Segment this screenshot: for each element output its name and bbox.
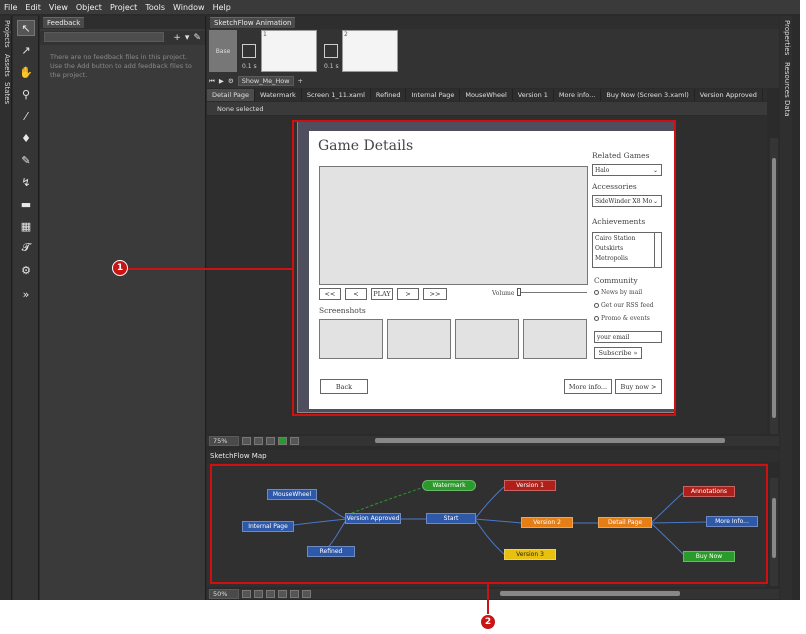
callout-line-2 [487,584,489,614]
feedback-menu-icon[interactable]: ▾ [185,33,190,43]
menu-project[interactable]: Project [110,3,137,12]
map-tool-icon[interactable] [278,590,287,598]
tab-resources[interactable]: Resources [781,62,791,98]
feedback-panel-title: Feedback [43,17,85,28]
layout-toggle-icon[interactable] [266,437,275,445]
frame-number-2: 2 [344,31,348,38]
tab-properties[interactable]: Properties [781,20,791,55]
edit-feedback-icon[interactable]: ✎ [193,33,201,43]
feedback-panel-header: Feedback [40,16,205,29]
animation-frame-1[interactable]: 1 [261,30,317,72]
settings-icon[interactable]: ⚙ [228,77,234,85]
tab-data[interactable]: Data [781,100,791,117]
menu-bar: File Edit View Object Project Tools Wind… [0,0,800,14]
toolbox: ↖ ↗ ✋ ⚲ ⁄ ♦ ✎ ↯ ▬ ▦ 𝓣 ⚙ » [13,16,39,600]
callout-badge-2: 2 [480,614,496,630]
map-tool-icon[interactable] [302,590,311,598]
zoom-field[interactable]: 75% [209,436,239,446]
artboard-horizontal-scrollbar[interactable] [375,438,725,443]
transition-icon[interactable] [242,44,256,58]
left-panel-tabs: Projects Assets States [0,16,12,600]
direct-selection-tool-icon[interactable]: ↗ [17,42,35,58]
annotations-toggle-icon[interactable] [290,437,299,445]
callout-badge-1: 1 [112,260,128,276]
rectangle-tool-icon[interactable]: ▬ [17,196,35,212]
pen-tool-icon[interactable]: ↯ [17,174,35,190]
transition-duration-1: 0.1 s [242,63,257,70]
rewind-icon[interactable]: ⏮ [209,77,215,86]
animation-panel-title: SketchFlow Animation [210,17,296,28]
zoom-tool-icon[interactable]: ⚲ [17,86,35,102]
callout-box-1 [292,120,676,416]
callout-box-2 [210,464,768,584]
map-tool-icon[interactable] [242,590,251,598]
callout-line-1 [128,268,292,270]
controls-tool-icon[interactable]: ⚙ [17,262,35,278]
right-panel-tabs: Properties Resources Data [780,16,792,600]
doc-tab-refined[interactable]: Refined [371,89,407,101]
animation-name-field[interactable]: Show_Me_How [237,76,294,86]
feedback-panel: Feedback + ▾ ✎ There are no feedback fil… [40,16,206,600]
tab-states[interactable]: States [1,82,11,104]
animation-controls: ⏮ ▶ ⚙ Show_Me_How + [209,76,303,86]
add-feedback-icon[interactable]: + [173,33,181,43]
feedback-empty-message: There are no feedback files in this proj… [50,53,192,79]
selection-breadcrumb: None selected [207,102,767,115]
artboard-vertical-scrollbar[interactable] [770,138,778,434]
doc-tab-internal-page[interactable]: Internal Page [406,89,461,101]
doc-tab-more-info[interactable]: More info... [554,89,602,101]
transition-duration-2: 0.1 s [324,63,339,70]
menu-view[interactable]: View [49,3,68,12]
paint-bucket-tool-icon[interactable]: ♦ [17,130,35,146]
effects-toggle-icon[interactable] [278,437,287,445]
doc-tab-version1[interactable]: Version 1 [513,89,554,101]
text-tool-icon[interactable]: 𝓣 [17,240,35,256]
tab-assets[interactable]: Assets [1,54,11,77]
menu-file[interactable]: File [4,3,17,12]
brush-tool-icon[interactable]: ✎ [17,152,35,168]
menu-window[interactable]: Window [173,3,205,12]
map-zoom-field[interactable]: 50% [209,589,239,599]
tab-projects[interactable]: Projects [1,20,11,48]
play-icon[interactable]: ▶ [219,77,224,85]
frame-number-1: 1 [263,31,267,38]
map-panel-title: SketchFlow Map [210,452,267,460]
map-tool-icon[interactable] [266,590,275,598]
menu-help[interactable]: Help [213,3,231,12]
pan-tool-icon[interactable]: ✋ [17,64,35,80]
scroll-thumb[interactable] [772,498,776,558]
animation-panel-header: SketchFlow Animation [207,16,779,29]
animation-panel: SketchFlow Animation Base 0.1 s 1 0.1 s … [207,16,779,88]
menu-edit[interactable]: Edit [25,3,41,12]
snap-toggle-icon[interactable] [242,437,251,445]
feedback-search-field[interactable] [44,32,164,42]
map-tool-icon[interactable] [290,590,299,598]
grid-toggle-icon[interactable] [254,437,263,445]
transition-icon[interactable] [324,44,338,58]
doc-tab-mousewheel[interactable]: MouseWheel [460,89,513,101]
doc-tab-version-approved[interactable]: Version Approved [695,89,763,101]
animation-frame-2[interactable]: 2 [342,30,398,72]
more-tools-icon[interactable]: » [17,286,35,302]
base-frame[interactable]: Base [209,30,237,72]
document-tabs: Detail Page Watermark Screen 1_11.xaml R… [207,89,767,101]
menu-object[interactable]: Object [76,3,102,12]
doc-tab-watermark[interactable]: Watermark [255,89,302,101]
map-panel-header: SketchFlow Map [207,450,779,462]
map-horizontal-scrollbar[interactable] [500,591,680,596]
grid-tool-icon[interactable]: ▦ [17,218,35,234]
selection-tool-icon[interactable]: ↖ [17,20,35,36]
map-status-bar: 50% [207,589,779,599]
map-vertical-scrollbar[interactable] [770,478,778,586]
map-tool-icon[interactable] [254,590,263,598]
scroll-thumb[interactable] [772,158,776,418]
menu-tools[interactable]: Tools [145,3,165,12]
doc-tab-screen1[interactable]: Screen 1_11.xaml [302,89,371,101]
doc-tab-buy-now[interactable]: Buy Now (Screen 3.xaml) [601,89,695,101]
add-frame-icon[interactable]: + [298,77,303,85]
eyedropper-tool-icon[interactable]: ⁄ [17,108,35,124]
doc-tab-detail-page[interactable]: Detail Page [207,89,255,101]
